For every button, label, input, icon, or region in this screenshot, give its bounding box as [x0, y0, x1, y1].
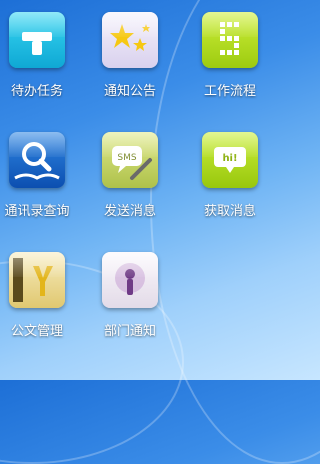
app-label: 发送消息 — [103, 204, 156, 219]
app-notice[interactable]: 通知公告 — [90, 12, 170, 99]
svg-text:SMS: SMS — [117, 153, 136, 163]
stars-icon — [102, 12, 158, 68]
app-grid: 待办任务 通知公告 工作流程 通讯录查询 SMS 发送消息 hi! 获取消息 公… — [0, 0, 262, 380]
task-icon — [9, 12, 65, 68]
app-label: 通讯录查询 — [4, 204, 70, 219]
app-label: 工作流程 — [203, 84, 256, 99]
sms-send-icon: SMS — [102, 132, 158, 188]
workflow-icon — [202, 12, 258, 68]
app-document[interactable]: 公文管理 — [0, 252, 77, 339]
app-task[interactable]: 待办任务 — [0, 12, 77, 99]
app-address-book[interactable]: 通讯录查询 — [0, 132, 77, 219]
app-department-notice[interactable]: 部门通知 — [90, 252, 170, 339]
document-folder-icon — [9, 252, 65, 308]
app-send-message[interactable]: SMS 发送消息 — [90, 132, 170, 219]
app-label: 公文管理 — [10, 324, 63, 339]
app-label: 通知公告 — [103, 84, 156, 99]
app-label: 待办任务 — [10, 84, 63, 99]
app-label: 获取消息 — [203, 204, 256, 219]
app-get-message[interactable]: hi! 获取消息 — [190, 132, 270, 219]
svg-text:hi!: hi! — [222, 153, 237, 164]
hi-message-icon: hi! — [202, 132, 258, 188]
app-workflow[interactable]: 工作流程 — [190, 12, 270, 99]
address-book-search-icon — [9, 132, 65, 188]
app-label: 部门通知 — [103, 324, 156, 339]
microphone-icon — [102, 252, 158, 308]
